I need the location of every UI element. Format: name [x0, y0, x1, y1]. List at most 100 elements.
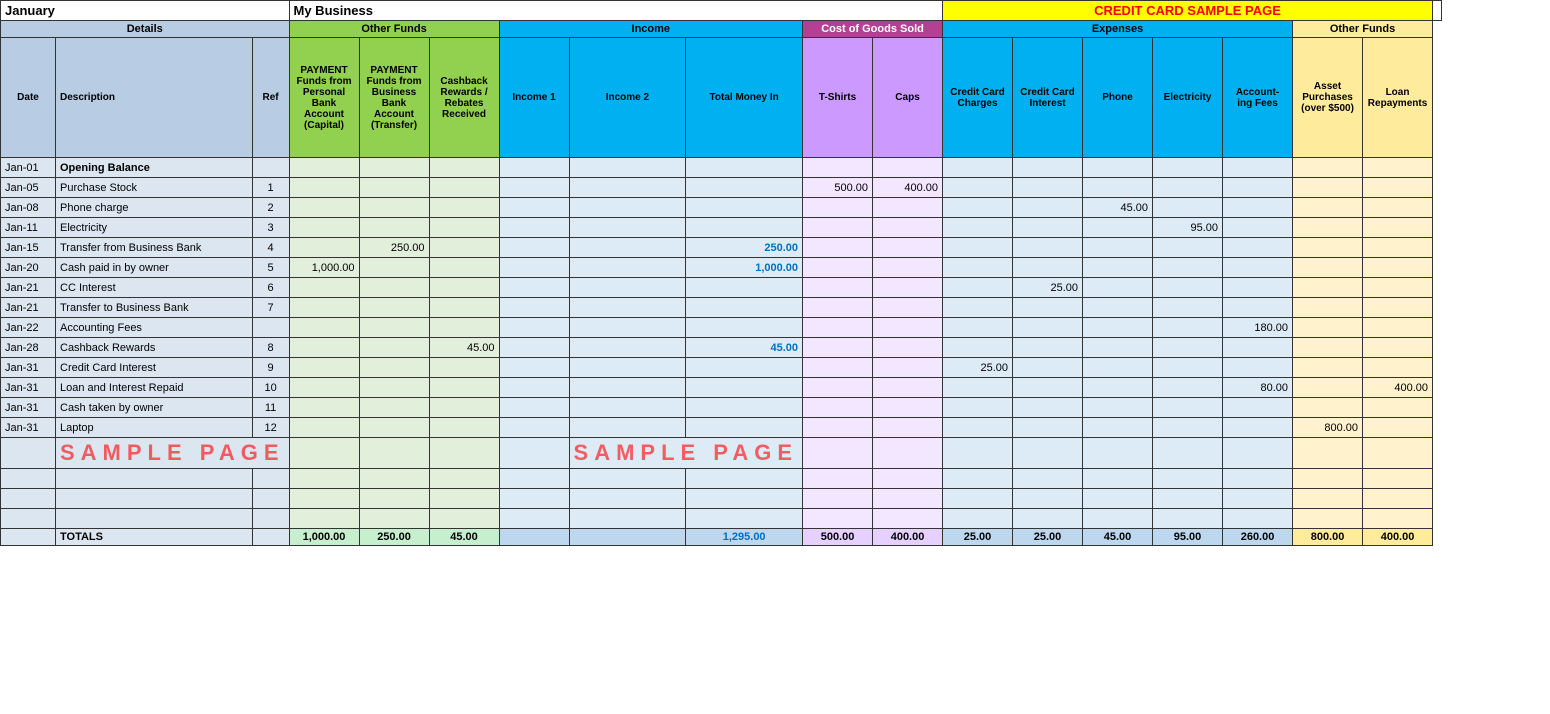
- row-date: Jan-31: [1, 358, 56, 378]
- row-of1: 1,000.00: [289, 258, 359, 278]
- row-inc2: [569, 238, 686, 258]
- table-row: Jan-11 Electricity 3 95.00: [1, 218, 1442, 238]
- row-caps: [873, 489, 943, 509]
- row-phone: [1083, 509, 1153, 529]
- row-acct: [1223, 158, 1293, 178]
- row-elec: [1153, 378, 1223, 398]
- section-income: Income: [499, 21, 803, 38]
- row-inc1: [499, 418, 569, 438]
- row-cash: [429, 378, 499, 398]
- row-date: [1, 438, 56, 469]
- row-date: Jan-28: [1, 338, 56, 358]
- row-of2: [359, 358, 429, 378]
- row-tsh: [803, 418, 873, 438]
- row-phone: [1083, 338, 1153, 358]
- table-row: SAMPLE PAGE SAMPLE PAGE: [1, 438, 1442, 469]
- row-of1: [289, 238, 359, 258]
- row-asset: [1293, 509, 1363, 529]
- row-inc1: [499, 258, 569, 278]
- col-phone-header: Phone: [1083, 38, 1153, 158]
- row-inc2: [569, 338, 686, 358]
- row-loan: [1363, 509, 1433, 529]
- row-loan: [1363, 489, 1433, 509]
- row-total: [686, 218, 803, 238]
- row-loan: [1363, 178, 1433, 198]
- row-total: [686, 398, 803, 418]
- row-elec: [1153, 258, 1223, 278]
- row-elec: [1153, 298, 1223, 318]
- row-acct: [1223, 178, 1293, 198]
- row-inc1: [499, 158, 569, 178]
- row-caps: [873, 238, 943, 258]
- row-asset: [1293, 278, 1363, 298]
- row-of1: [289, 509, 359, 529]
- row-of1: [289, 358, 359, 378]
- row-cci: [1013, 158, 1083, 178]
- row-of2: [359, 298, 429, 318]
- row-tsh: [803, 198, 873, 218]
- table-row: Jan-22 Accounting Fees 180.00: [1, 318, 1442, 338]
- row-date: Jan-31: [1, 398, 56, 418]
- row-phone: [1083, 398, 1153, 418]
- row-date: [1, 489, 56, 509]
- row-loan: [1363, 318, 1433, 338]
- section-cogs: Cost of Goods Sold: [803, 21, 943, 38]
- row-ccc: [943, 489, 1013, 509]
- row-date: Jan-22: [1, 318, 56, 338]
- row-inc1: [499, 358, 569, 378]
- row-acct: [1223, 198, 1293, 218]
- row-phone: [1083, 358, 1153, 378]
- totals-label: TOTALS: [56, 529, 253, 546]
- row-date: Jan-31: [1, 378, 56, 398]
- row-cci: [1013, 358, 1083, 378]
- row-elec: [1153, 158, 1223, 178]
- totals-loan: 400.00: [1363, 529, 1433, 546]
- totals-ccc: 25.00: [943, 529, 1013, 546]
- row-inc2: [569, 318, 686, 338]
- row-of2: [359, 218, 429, 238]
- row-loan: [1363, 338, 1433, 358]
- row-of2: [359, 198, 429, 218]
- row-total: [686, 298, 803, 318]
- totals-ref: [252, 529, 289, 546]
- row-loan: 400.00: [1363, 378, 1433, 398]
- row-total: [686, 378, 803, 398]
- row-phone: 45.00: [1083, 198, 1153, 218]
- row-inc2: [569, 178, 686, 198]
- row-total: [686, 318, 803, 338]
- row-cash: [429, 238, 499, 258]
- row-desc: CC Interest: [56, 278, 253, 298]
- row-cash: [429, 489, 499, 509]
- row-acct: [1223, 418, 1293, 438]
- col-accounting-fees-header: Account- ing Fees: [1223, 38, 1293, 158]
- row-ccc: [943, 509, 1013, 529]
- row-cash: [429, 258, 499, 278]
- row-loan: [1363, 278, 1433, 298]
- row-of2: [359, 318, 429, 338]
- row-acct: 80.00: [1223, 378, 1293, 398]
- row-ccc: [943, 238, 1013, 258]
- row-cci: [1013, 298, 1083, 318]
- row-cash: [429, 158, 499, 178]
- table-row: Jan-31 Laptop 12 800.00: [1, 418, 1442, 438]
- col-total-money-header: Total Money In: [686, 38, 803, 158]
- row-caps: [873, 358, 943, 378]
- title-row: January My Business CREDIT CARD SAMPLE P…: [1, 1, 1442, 21]
- row-acct: [1223, 509, 1293, 529]
- row-ccc: [943, 278, 1013, 298]
- row-ccc: [943, 298, 1013, 318]
- row-cash: [429, 278, 499, 298]
- table-row: Jan-15 Transfer from Business Bank 4 250…: [1, 238, 1442, 258]
- section-other-funds2: Other Funds: [1293, 21, 1433, 38]
- row-ref: 9: [252, 358, 289, 378]
- row-cci: [1013, 238, 1083, 258]
- row-of1: [289, 198, 359, 218]
- col-caps-header: Caps: [873, 38, 943, 158]
- row-loan: [1363, 358, 1433, 378]
- section-other-funds: Other Funds: [289, 21, 499, 38]
- row-caps: [873, 158, 943, 178]
- row-desc: Cashback Rewards: [56, 338, 253, 358]
- totals-elec: 95.00: [1153, 529, 1223, 546]
- row-total: [686, 469, 803, 489]
- col-income2-header: Income 2: [569, 38, 686, 158]
